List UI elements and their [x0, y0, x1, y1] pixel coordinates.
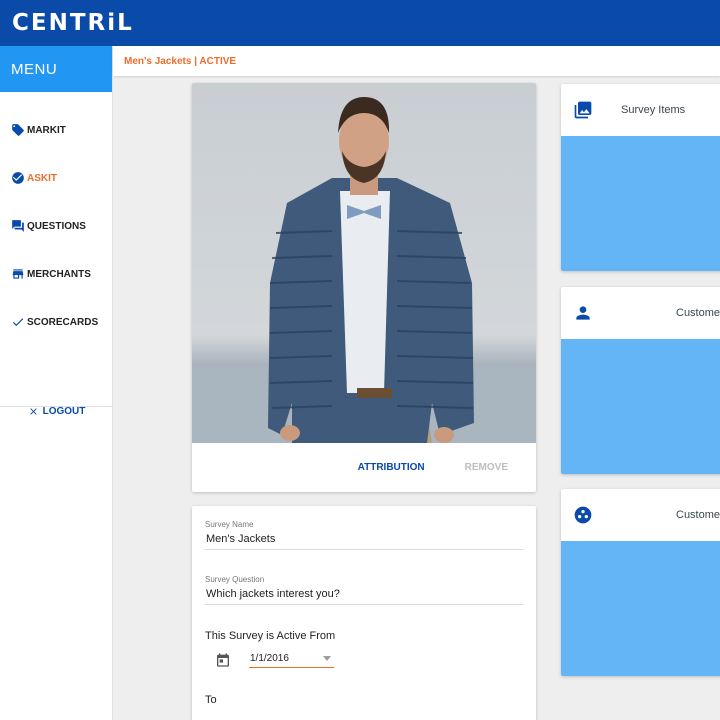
jacket-model-image [192, 97, 536, 443]
tag-icon [11, 123, 25, 137]
survey-question-label: Survey Question [205, 575, 265, 584]
breadcrumb: Men's Jackets | ACTIVE [124, 55, 237, 67]
image-icon [573, 100, 593, 120]
checkmark-icon [11, 315, 25, 329]
sidebar-item-askit[interactable]: ASKIT [0, 154, 112, 202]
panel-body[interactable] [561, 541, 720, 676]
active-from-date-value: 1/1/2016 [250, 653, 289, 664]
customer-group-panel: Custome [561, 489, 720, 676]
person-icon [573, 303, 593, 323]
panel-body[interactable] [561, 339, 720, 474]
active-from-date-select[interactable]: 1/1/2016 [249, 651, 334, 668]
sidebar-item-questions[interactable]: QUESTIONS [0, 202, 112, 250]
survey-name-label: Survey Name [205, 520, 254, 529]
survey-image-card: ATTRIBUTION REMOVE [192, 83, 536, 492]
sidebar-item-label: QUESTIONS [27, 220, 86, 232]
group-icon [573, 505, 593, 525]
chat-icon [11, 219, 25, 233]
attribution-button[interactable]: ATTRIBUTION [358, 462, 425, 473]
panel-title: Survey Items [621, 104, 686, 116]
close-icon [28, 406, 39, 417]
sidebar-item-label: MERCHANTS [27, 268, 91, 280]
panel-header: Survey Items [561, 84, 720, 136]
survey-question-field[interactable]: Survey Question Which jackets interest y… [205, 575, 523, 605]
top-app-bar: CENTRiL [0, 0, 720, 46]
survey-items-panel: Survey Items [561, 84, 720, 271]
survey-question-input[interactable]: Which jackets interest you? [205, 588, 523, 600]
panel-header: Custome [561, 489, 720, 541]
customer-panel: Custome [561, 287, 720, 474]
menu-header[interactable]: MENU [0, 46, 112, 92]
survey-form-card: Survey Name Men's Jackets Survey Questio… [192, 506, 536, 720]
panel-header: Custome [561, 287, 720, 339]
survey-photo[interactable] [192, 83, 536, 443]
sidebar-item-label: SCORECARDS [27, 316, 99, 328]
logout-label: LOGOUT [42, 406, 86, 417]
store-icon [11, 267, 25, 281]
remove-button[interactable]: REMOVE [465, 462, 508, 473]
active-from-label: This Survey is Active From [205, 630, 336, 642]
survey-name-input[interactable]: Men's Jackets [205, 533, 523, 545]
logout-button[interactable]: LOGOUT [0, 406, 113, 417]
active-to-label: To [205, 694, 217, 706]
app-logo[interactable]: CENTRiL [12, 10, 134, 36]
image-actions: ATTRIBUTION REMOVE [192, 443, 536, 492]
check-circle-icon [11, 171, 25, 185]
sidebar-nav: MARKIT ASKIT QUESTIONS MERCHANTS SCORECA… [0, 92, 112, 407]
panel-title: Custome [676, 307, 720, 319]
calendar-icon[interactable] [215, 652, 231, 668]
panel-body[interactable] [561, 136, 720, 271]
breadcrumb-bar: Men's Jackets | ACTIVE [113, 46, 720, 76]
sidebar-item-scorecards[interactable]: SCORECARDS [0, 298, 112, 346]
sidebar-item-merchants[interactable]: MERCHANTS [0, 250, 112, 298]
sidebar: MENU MARKIT ASKIT QUESTIONS MERCHANTS SC… [0, 46, 113, 720]
dropdown-arrow-icon [323, 656, 331, 661]
active-from-row: 1/1/2016 [205, 651, 523, 668]
sidebar-item-label: ASKIT [27, 172, 57, 184]
panel-title: Custome [676, 509, 720, 521]
sidebar-item-label: MARKIT [27, 124, 66, 136]
sidebar-item-markit[interactable]: MARKIT [0, 106, 112, 154]
survey-name-field[interactable]: Survey Name Men's Jackets [205, 520, 523, 550]
